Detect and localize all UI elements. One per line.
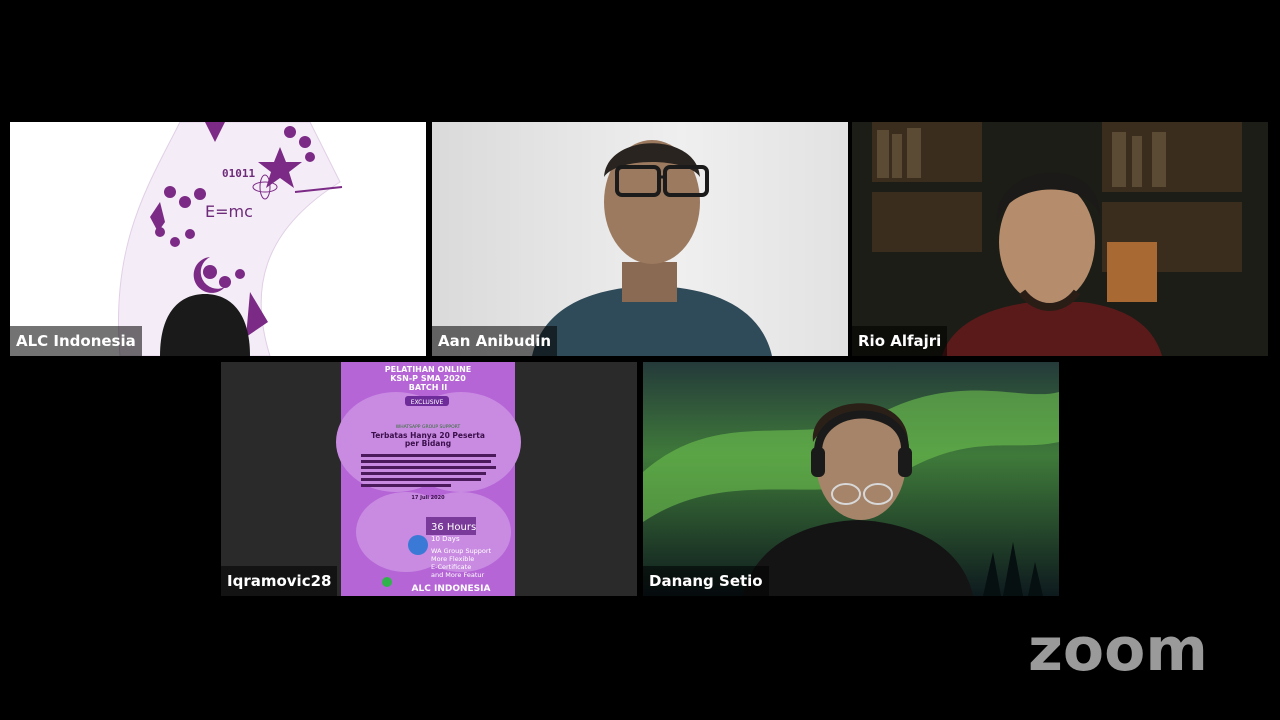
poster-days: 10 Days — [431, 535, 460, 543]
video-tile-iqramovic28[interactable]: PELATIHAN ONLINE KSN-P SMA 2020 BATCH II… — [221, 362, 637, 596]
binary-text: 01011 — [222, 167, 255, 180]
video-tile-danang-setio[interactable]: Danang Setio — [643, 362, 1059, 596]
poster-feature-3: E-Certificate — [431, 563, 471, 571]
poster-footer: ALC INDONESIA — [412, 584, 491, 594]
poster-image: PELATIHAN ONLINE KSN-P SMA 2020 BATCH II… — [336, 362, 521, 596]
zoom-logo: zoom — [1028, 620, 1208, 684]
video-tile-alc-indonesia[interactable]: E=mc 01011 ALC Indonesia — [10, 122, 426, 356]
poster-title-2: KSN-P SMA 2020 — [390, 374, 466, 383]
slide-artwork: E=mc 01011 — [117, 122, 343, 356]
participant-name-label: Aan Anibudin — [432, 326, 558, 356]
participant-video — [872, 122, 1242, 356]
participant-video — [532, 140, 772, 356]
video-tile-aan-anibudin[interactable]: Aan Anibudin — [432, 122, 848, 356]
participant-name-label: ALC Indonesia — [10, 326, 142, 356]
participant-name-label: Rio Alfajri — [852, 326, 948, 356]
poster-headline-2: per Bidang — [405, 439, 451, 448]
poster-date: 17 Juli 2020 — [411, 495, 445, 501]
formula-text: E=mc — [205, 202, 253, 221]
poster-feature-4: and More Featur — [431, 571, 485, 579]
poster-feature-2: More Flexible — [431, 555, 474, 563]
participant-video — [643, 362, 1059, 596]
participant-name-label: Iqramovic28 — [221, 566, 338, 596]
poster-title-1: PELATIHAN ONLINE — [385, 365, 472, 374]
poster-title-3: BATCH II — [409, 383, 447, 392]
poster-hours: 36 Hours — [431, 522, 476, 533]
zoom-logo-text: zoom — [1028, 620, 1208, 684]
participant-name-label: Danang Setio — [643, 566, 769, 596]
poster-badge: EXCLUSIVE — [411, 399, 444, 406]
poster-feature-1: WA Group Support — [431, 547, 492, 555]
video-tile-rio-alfajri[interactable]: Rio Alfajri — [852, 122, 1268, 356]
poster-support: WHATSAPP GROUP SUPPORT — [396, 424, 461, 430]
